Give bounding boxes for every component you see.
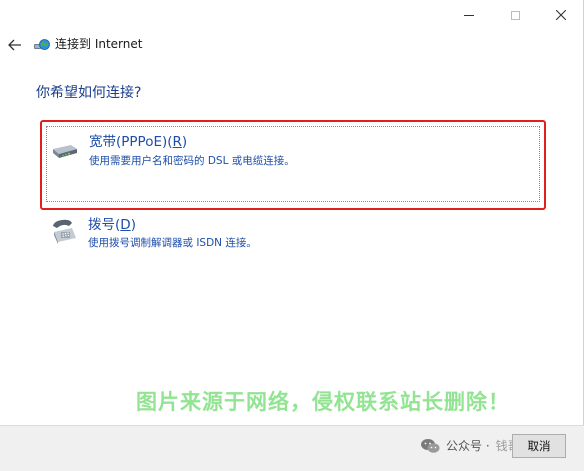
watermark-text: 图片来源于网络，侵权联系站长删除！ xyxy=(136,390,510,414)
connect-to-internet-window: 连接到 Internet 你希望如何连接? 宽带(PPPoE)(R) 使用需要用… xyxy=(0,0,584,471)
dial-up-option-description: 使用拨号调制解调器或 ISDN 连接。 xyxy=(88,237,257,249)
network-globe-icon xyxy=(34,39,50,50)
pppoe-option-title: 宽带(PPPoE)(R) xyxy=(89,134,188,150)
broadband-modem-icon xyxy=(53,145,77,158)
cancel-button[interactable]: 取消 xyxy=(512,434,566,458)
maximize-icon xyxy=(510,10,520,20)
minimize-icon xyxy=(464,14,474,16)
window-title: 连接到 Internet xyxy=(55,37,143,51)
back-button[interactable] xyxy=(4,34,26,56)
wechat-icon xyxy=(421,438,440,453)
minimize-button[interactable] xyxy=(446,0,492,30)
connection-question: 你希望如何连接? xyxy=(36,85,142,101)
pppoe-option-description: 使用需要用户名和密码的 DSL 或电缆连接。 xyxy=(89,155,295,167)
wechat-watermark: 公众号 · 钱哥 xyxy=(420,437,520,454)
back-arrow-icon xyxy=(8,39,21,51)
close-icon xyxy=(556,10,566,20)
broadband-pppoe-option[interactable]: 宽带(PPPoE)(R) 使用需要用户名和密码的 DSL 或电缆连接。 xyxy=(46,126,540,202)
dial-up-option-title: 拨号(D) xyxy=(88,217,136,233)
close-button[interactable] xyxy=(538,0,584,30)
dial-up-option[interactable]: 拨号(D) 使用拨号调制解调器或 ISDN 连接。 xyxy=(46,214,540,254)
maximize-button[interactable] xyxy=(492,0,538,30)
telephone-icon xyxy=(53,219,76,244)
wechat-label: 公众号 · xyxy=(446,439,490,453)
